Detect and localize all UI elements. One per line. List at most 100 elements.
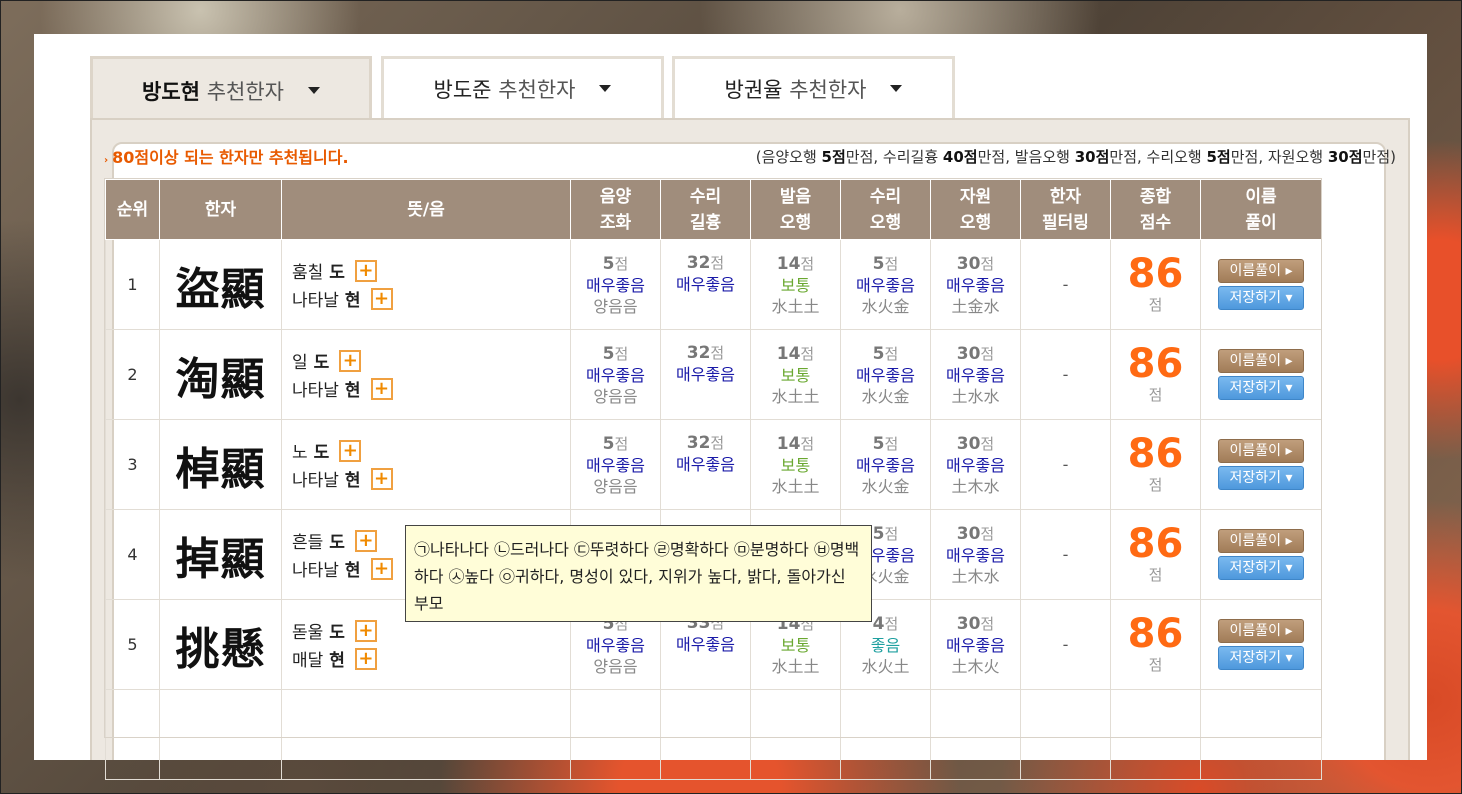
name-analysis-button[interactable]: 이름풀이 ▸ [1218,259,1304,283]
plus-icon[interactable]: + [370,287,393,310]
total-score: 86 [1127,341,1184,387]
action-cell: 이름풀이 ▸ 저장하기 ▾ [1200,509,1322,600]
save-button[interactable]: 저장하기 ▾ [1218,286,1304,310]
plus-icon[interactable]: + [370,557,393,580]
bal-cell: 14점 보통 水土土 [750,329,841,420]
header-total-1: 종합 [1139,186,1172,207]
criteria-b-suffix: 만점, 발음오행 [977,148,1075,166]
jw-detail: 土水水 [951,386,1000,406]
jw-score: 30 [956,433,981,454]
name-analysis-button[interactable]: 이름풀이 ▸ [1218,529,1304,553]
name-analysis-button[interactable]: 이름풀이 ▸ [1218,619,1304,643]
action-cell: 이름풀이 ▸ 저장하기 ▾ [1200,239,1322,330]
so-score: 5 [872,433,885,454]
unit-label: 점 [800,254,815,273]
jw-grade: 매우좋음 [946,545,1005,565]
header-bal: 발음 오행 [750,179,841,240]
total-cell: 86 점 [1110,329,1201,420]
hanja-cell: 盜顯 [159,239,282,330]
jw-detail: 土金水 [951,296,1000,316]
bo-grade: 보통 [780,365,811,385]
bo-detail: 水土土 [771,296,820,316]
tab-name-1[interactable]: 방도현 추천한자 [90,56,372,122]
name-analysis-button[interactable]: 이름풀이 ▸ [1218,349,1304,373]
header-yinyang-1: 음양 [599,186,632,207]
save-button[interactable]: 저장하기 ▾ [1218,556,1304,580]
so-score: 5 [872,523,885,544]
criteria-c: 30점 [1074,148,1110,166]
tab-name-2[interactable]: 방도준 추천한자 [381,56,664,118]
unit-label: 점 [710,344,725,362]
empty-cell [1200,689,1322,780]
jw-detail: 土木水 [951,476,1000,496]
filter-cell: - [1020,239,1111,330]
total-score: 86 [1127,431,1184,477]
yy-grade: 매우좋음 [586,365,645,385]
suriohang-cell: 5점 매우좋음 水火金 [840,239,931,330]
bo-detail: 水土土 [771,476,820,496]
save-button[interactable]: 저장하기 ▾ [1218,646,1304,670]
unit-label: 점 [614,344,629,363]
save-button[interactable]: 저장하기 ▾ [1218,376,1304,400]
jw-grade: 매우좋음 [946,275,1005,295]
name-analysis-button[interactable]: 이름풀이 ▸ [1218,439,1304,463]
hanja-characters: 盜顯 [175,263,266,315]
yy-score: 5 [602,343,615,364]
reading-1: 도 [313,443,330,463]
save-button[interactable]: 저장하기 ▾ [1218,466,1304,490]
score-criteria: (음양오행 5점만점, 수리길흉 40점만점, 발음오행 30점만점, 수리오행… [756,146,1396,167]
unit-label: 점 [1148,476,1163,494]
total-cell: 86 점 [1110,419,1201,510]
suri-cell: 32점 매우좋음 [660,419,751,510]
header-yinyang: 음양 조화 [570,179,661,240]
jawon-cell: 30점 매우좋음 土木水 [930,419,1021,510]
tab-name-3[interactable]: 방권율 추천한자 [672,56,955,118]
header-suri-1: 수리 [689,186,722,207]
dropdown-arrow-icon [307,87,320,94]
header-jawon: 자원 오행 [930,179,1021,240]
hanja-cell: 淘顯 [159,329,282,420]
header-bal-1: 발음 [779,186,812,207]
hanja-characters: 棹顯 [175,443,266,495]
criteria-c-suffix: 만점, 수리오행 [1109,148,1207,166]
plus-icon[interactable]: + [354,619,377,642]
empty-cell [281,689,571,780]
meaning-2: 나타날 [292,471,339,491]
jawon-cell: 30점 매우좋음 土金水 [930,239,1021,330]
empty-cell [105,689,160,780]
header-meaning: 뜻/음 [281,179,571,240]
empty-cell [750,689,841,780]
bo-score: 14 [776,433,801,454]
meaning-1: 흔들 [292,533,324,553]
header-suriohang-1: 수리 [869,186,902,207]
filter-cell: - [1020,599,1111,690]
yy-grade: 매우좋음 [586,275,645,295]
plus-icon[interactable]: + [370,377,393,400]
table-row: 2 淘顯 일 도 + 나타날 현 + 5점 매우좋음 양음음 32점 매우좋음 14점 보통 水土… [105,329,1322,420]
total-cell: 86 점 [1110,509,1201,600]
bal-cell: 14점 보통 水土土 [750,239,841,330]
jw-grade: 매우좋음 [946,365,1005,385]
meaning-2: 나타날 [292,291,339,311]
yinyang-cell: 5점 매우좋음 양음음 [570,329,661,420]
plus-icon[interactable]: + [354,647,377,670]
hanja-cell: 挑懸 [159,599,282,690]
unit-label: 점 [884,434,899,453]
bal-cell: 14점 보통 水土土 [750,419,841,510]
empty-cell [1020,689,1111,780]
tab-name-3-name: 방권율 [724,77,783,102]
yy-score: 5 [602,253,615,274]
hanja-characters: 淘顯 [175,353,266,405]
plus-icon[interactable]: + [339,439,362,462]
chevron-right-icon: › [104,155,109,166]
table-header-row: 순위 한자 뜻/음 음양 조화 수리 길흉 발음 오행 수리 오행 자원 오행 한자 필터링… [105,179,1322,240]
total-score: 86 [1127,521,1184,567]
plus-icon[interactable]: + [370,467,393,490]
plus-icon[interactable]: + [354,259,377,282]
header-analysis-2: 풀이 [1245,212,1277,233]
meaning-tooltip: ㉠나타나다 ㉡드러나다 ㉢뚜렷하다 ㉣명확하다 ㉤분명하다 ㉥명백하다 ㉦높다 … [405,525,872,622]
hanja-cell: 棹顯 [159,419,282,510]
plus-icon[interactable]: + [339,349,362,372]
header-filter-1: 한자 [1049,186,1082,207]
plus-icon[interactable]: + [354,529,377,552]
